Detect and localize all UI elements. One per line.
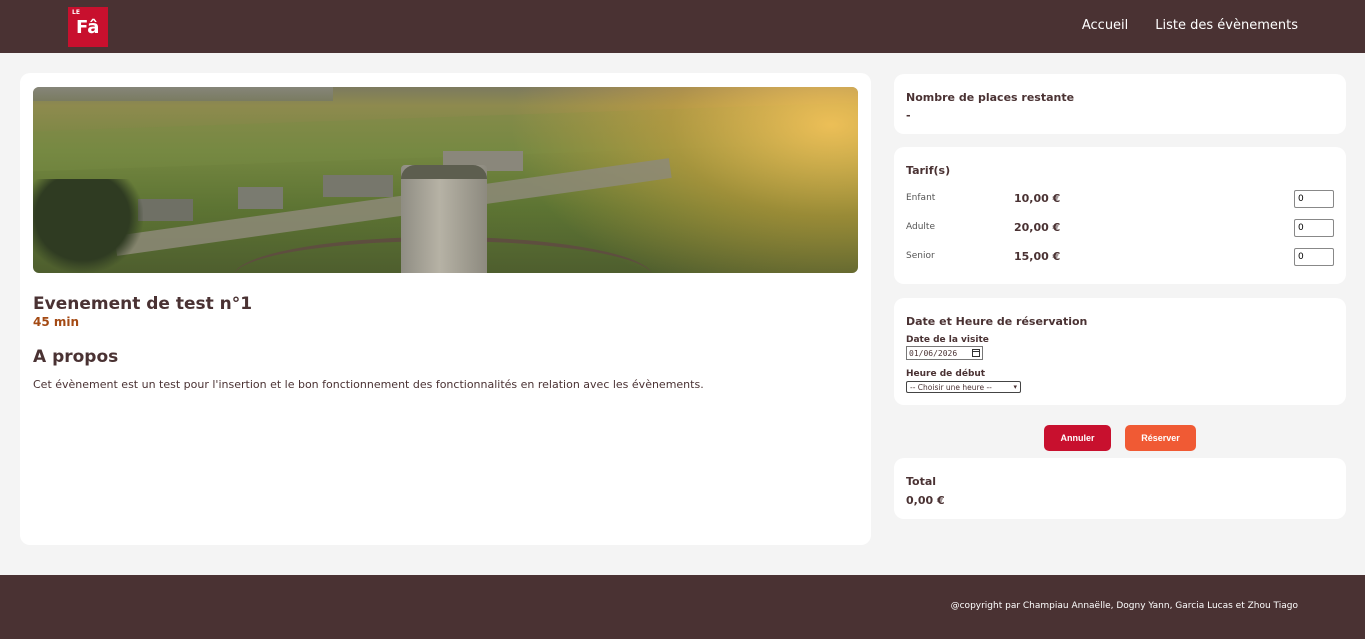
visit-date-input[interactable]: 01/06/2026 xyxy=(906,346,983,360)
tarif-name: Adulte xyxy=(906,222,935,232)
tarif-name: Enfant xyxy=(906,193,936,203)
visit-date-label: Date de la visite xyxy=(906,335,989,345)
top-navbar: LE Fâ Accueil Liste des évènements xyxy=(0,0,1365,53)
event-duration: 45 min xyxy=(33,315,80,329)
start-time-label: Heure de début xyxy=(906,369,986,379)
tarif-row-enfant: Enfant 10,00 € xyxy=(906,190,1334,210)
chevron-down-icon: ▾ xyxy=(1013,383,1017,391)
tarif-row-adulte: Adulte 20,00 € xyxy=(906,219,1334,239)
tarifs-label: Tarif(s) xyxy=(906,164,951,177)
tarif-price: 10,00 € xyxy=(1014,192,1061,205)
about-text: Cet évènement est un test pour l'inserti… xyxy=(33,378,704,391)
reservation-datetime-card: Date et Heure de réservation Date de la … xyxy=(894,298,1346,405)
logo-main-text: Fâ xyxy=(76,17,100,38)
event-details-card: Evenement de test n°1 45 min A propos Ce… xyxy=(20,73,871,545)
logo-small-text: LE xyxy=(72,9,80,16)
tarifs-card: Tarif(s) Enfant 10,00 € Adulte 20,00 € S… xyxy=(894,147,1346,284)
calendar-icon[interactable] xyxy=(972,349,980,357)
tarif-row-senior: Senior 15,00 € xyxy=(906,248,1334,268)
start-time-selected-value: -- Choisir une heure -- xyxy=(910,382,992,392)
reservation-datetime-label: Date et Heure de réservation xyxy=(906,315,1088,328)
cancel-button[interactable]: Annuler xyxy=(1044,425,1111,451)
start-time-select[interactable]: -- Choisir une heure -- ▾ xyxy=(906,381,1021,393)
total-value: 0,00 € xyxy=(906,494,945,507)
tarif-qty-senior-input[interactable] xyxy=(1294,248,1334,266)
main-nav: Accueil Liste des évènements xyxy=(1082,18,1298,33)
nav-link-events-list[interactable]: Liste des évènements xyxy=(1155,18,1298,33)
event-title: Evenement de test n°1 xyxy=(33,294,253,314)
remaining-places-label: Nombre de places restante xyxy=(906,91,1075,104)
reserve-button[interactable]: Réserver xyxy=(1125,425,1196,451)
tarif-price: 15,00 € xyxy=(1014,250,1061,263)
copyright-text: @copyright par Champiau Annaëlle, Dogny … xyxy=(950,601,1298,611)
remaining-places-value: - xyxy=(906,109,911,122)
remaining-places-card: Nombre de places restante - xyxy=(894,74,1346,134)
nav-link-accueil[interactable]: Accueil xyxy=(1082,18,1128,33)
tarif-name: Senior xyxy=(906,251,935,261)
event-hero-image xyxy=(33,87,858,273)
tarif-qty-enfant-input[interactable] xyxy=(1294,190,1334,208)
site-logo[interactable]: LE Fâ xyxy=(68,7,108,47)
tarif-qty-adulte-input[interactable] xyxy=(1294,219,1334,237)
about-heading: A propos xyxy=(33,347,119,367)
visit-date-value: 01/06/2026 xyxy=(909,348,958,358)
total-card: Total 0,00 € xyxy=(894,458,1346,519)
tarif-price: 20,00 € xyxy=(1014,221,1061,234)
footer: @copyright par Champiau Annaëlle, Dogny … xyxy=(0,575,1365,639)
total-label: Total xyxy=(906,475,937,488)
